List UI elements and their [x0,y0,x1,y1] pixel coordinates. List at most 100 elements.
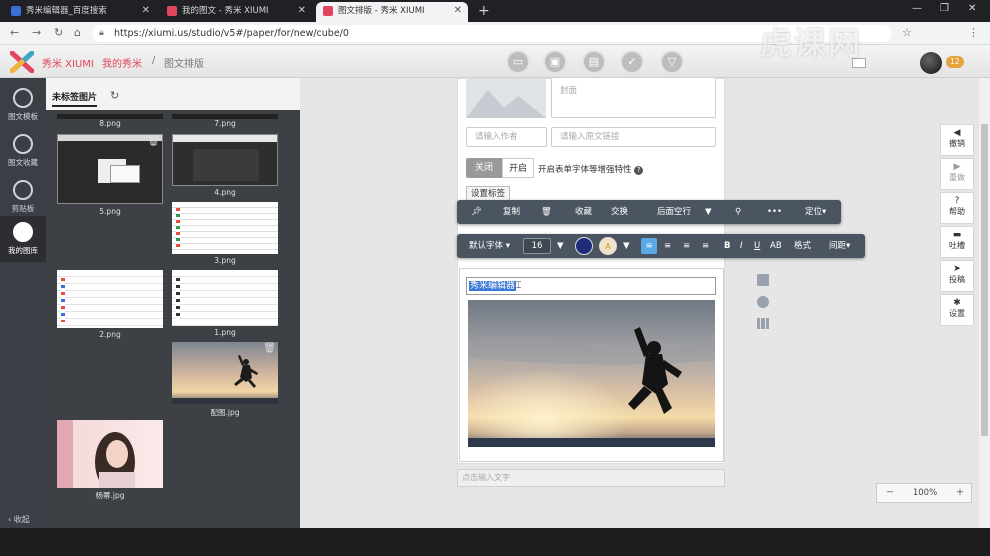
swap-button[interactable]: 交换 [611,200,628,224]
image-label: 配图.jpg [210,408,240,417]
collapse-button[interactable]: ‹ 收起 [8,514,30,525]
reload-icon[interactable]: ↻ [54,26,63,39]
text-input-placeholder[interactable]: 点击输入文字 [457,469,725,487]
submit-button[interactable]: ➤ 投稿 [940,260,974,292]
minimize-icon[interactable]: — [912,3,922,14]
italic-button[interactable]: I [740,234,743,258]
delete-icon[interactable]: 🗑︎ [541,200,552,224]
refresh-icon[interactable]: ↻ [110,89,119,102]
delete-icon[interactable]: 🗑︎ [263,343,276,354]
grid-layout-icon[interactable] [757,274,769,286]
case-button[interactable]: AB [770,234,782,258]
bold-button[interactable]: B [724,234,730,258]
empty-line-button[interactable]: 后面空行 [657,200,691,224]
align-left-icon[interactable]: ≡ [641,238,657,254]
sidebar-item-my-images[interactable]: 我的图库 [0,216,46,262]
copy-button[interactable]: 复制 [503,200,520,224]
toggle-off-button[interactable]: 关闭 [466,158,502,178]
sidebar-item-clipboard[interactable]: 剪贴板 [0,174,46,220]
original-link-input[interactable]: 请输入原文链接 [551,127,716,147]
help-circle-icon[interactable]: ? [634,166,644,175]
zoom-in-button[interactable]: ＋ [949,484,971,502]
toggle-on-button[interactable]: 开启 [502,158,534,178]
canvas-scrollbar[interactable] [979,78,990,528]
spacing-button[interactable]: 间距▾ [829,234,850,258]
font-size-input[interactable]: 16 [523,238,551,254]
undo-icon: ◀ [953,128,961,138]
image-thumb[interactable] [172,134,278,186]
image-thumb[interactable] [57,270,163,328]
format-brush-icon[interactable]: ⚲ [735,200,741,224]
home-icon[interactable]: ⌂ [74,26,81,39]
gear-icon[interactable] [757,296,769,308]
author-input[interactable]: 请输入作者 [466,127,547,147]
chevron-down-icon[interactable]: ▼ [557,234,564,258]
favorite-button[interactable]: 收藏 [575,200,592,224]
collapse-label: 收起 [13,515,30,524]
new-tab-button[interactable]: + [478,2,490,20]
sidebar-item-templates[interactable]: 图文模板 [0,82,46,128]
breadcrumb-layout: 图文排版 [164,59,204,70]
text-color-swatch[interactable] [575,237,593,255]
help-icon: ? [954,196,960,206]
image-thumb[interactable] [172,202,278,254]
xiumi-logo-icon[interactable] [10,51,34,73]
align-center-icon[interactable]: ≡ [664,234,671,258]
underline-button[interactable]: U [754,234,760,258]
cover-image-placeholder[interactable] [466,78,546,118]
image-label: 5.png [99,207,121,216]
breadcrumb-my-xiumi[interactable]: 我的秀米 [102,55,142,70]
image-thumb[interactable]: 🗑︎ [172,342,278,404]
forward-icon[interactable]: → [32,26,41,39]
window-close-icon[interactable]: ✕ [968,3,976,14]
browser-tab-my-articles[interactable]: 我的图文 - 秀米 XIUMI ✕ [160,2,312,22]
tab-close-icon[interactable]: ✕ [454,2,462,20]
align-justify-icon[interactable]: ≡ [702,234,709,258]
scrollbar-thumb[interactable] [981,124,988,436]
star-icon[interactable]: ☆ [902,26,912,39]
enhance-feature-label: 开启表单字体等增强特性 ? [538,163,644,175]
redo-label: 重做 [949,173,965,182]
chevron-down-icon[interactable]: ▼ [623,234,630,258]
sidebar-item-label: 我的图库 [8,246,38,255]
menu-icon[interactable]: ⋮ [968,26,979,39]
image-thumb[interactable] [57,420,163,488]
bar-chart-icon[interactable] [757,318,769,329]
zoom-out-button[interactable]: － [879,484,901,502]
undo-button[interactable]: ◀ 撤销 [940,124,974,156]
browser-tab-baidu[interactable]: 秀米编辑器_百度搜索 ✕ [4,2,156,22]
back-icon[interactable]: ← [10,26,19,39]
confirm-icon[interactable]: ✓ [620,50,644,74]
help-button[interactable]: ? 帮助 [940,192,974,224]
tab-close-icon[interactable]: ✕ [298,2,306,20]
open-folder-icon[interactable]: ▭ [506,50,530,74]
maximize-icon[interactable]: ❐ [940,3,949,14]
more-button[interactable]: ••• [767,200,782,224]
image-thumb[interactable]: 🗑︎ [57,134,163,204]
delete-icon[interactable]: 🗑︎ [147,136,160,147]
align-right-icon[interactable]: ≡ [683,234,690,258]
title-text-field[interactable]: 秀米编辑器⌶ [466,277,716,295]
publish-icon[interactable]: ▽ [660,50,684,74]
image-thumb[interactable] [172,270,278,326]
article-photo[interactable] [468,300,715,447]
print-icon[interactable]: ▤ [582,50,606,74]
sidebar-item-favorites[interactable]: 图文收藏 [0,128,46,174]
avatar[interactable] [920,52,942,74]
brand-name[interactable]: 秀米 XIUMI [42,55,94,70]
chevron-down-icon[interactable]: ▼ [705,200,712,224]
pin-icon[interactable]: 📌︎ [471,200,482,224]
feedback-button[interactable]: ▬ 吐槽 [940,226,974,258]
font-family-select[interactable]: 默认字体 ▾ [469,234,510,258]
browser-tab-layout[interactable]: 图文排版 - 秀米 XIUMI ✕ [316,2,468,22]
redo-button[interactable]: ▶ 重做 [940,158,974,190]
cover-field[interactable]: 封面 [551,78,716,118]
tab-close-icon[interactable]: ✕ [142,2,150,20]
position-button[interactable]: 定位▾ [805,200,826,224]
save-icon[interactable]: ▣ [543,50,567,74]
tab-untagged-images[interactable]: 未标签图片 [52,90,98,107]
background-color-icon[interactable]: A [599,237,617,255]
format-button[interactable]: 格式 [794,234,811,258]
tab-title: 秀米编辑器_百度搜索 [26,6,107,16]
settings-button[interactable]: ✱ 设置 [940,294,974,326]
